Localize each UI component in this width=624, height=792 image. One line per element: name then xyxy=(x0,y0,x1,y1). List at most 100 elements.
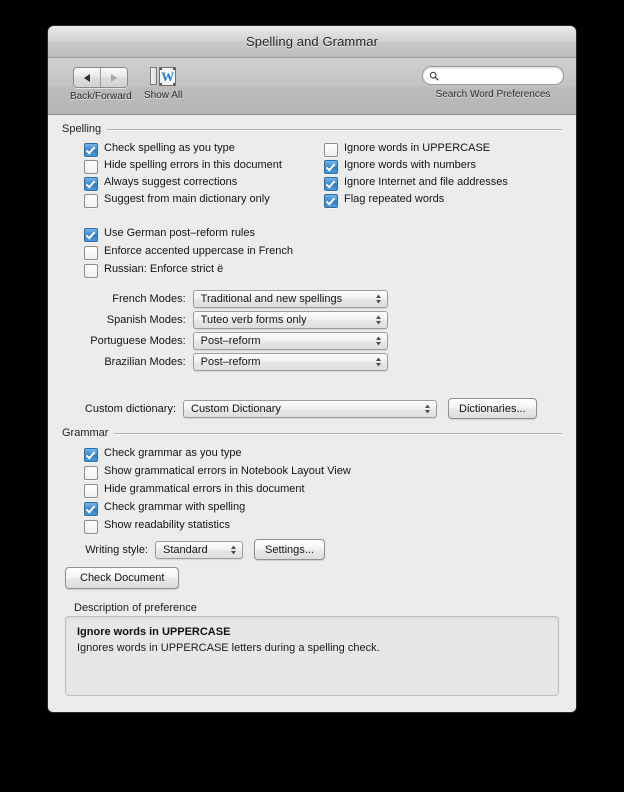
spelling-group-title: Spelling xyxy=(62,123,102,135)
description-title: Ignore words in UPPERCASE xyxy=(77,626,231,638)
forward-arrow-icon xyxy=(111,73,118,82)
checkbox-box[interactable] xyxy=(84,194,98,208)
back-forward-segmented[interactable] xyxy=(73,67,129,88)
checkbox-always-suggest-corrections[interactable]: Always suggest corrections xyxy=(84,176,237,191)
preferences-content: Spelling Check spelling as you type Hide… xyxy=(48,115,576,712)
checkbox-check-grammar-with-spelling[interactable]: Check grammar with spelling xyxy=(84,501,245,516)
chevron-updown-icon xyxy=(376,336,381,346)
show-all-word-icon: W xyxy=(150,65,177,87)
brazilian-modes-label: Brazilian Modes: xyxy=(104,356,186,368)
checkbox-ignore-internet-addresses[interactable]: Ignore Internet and file addresses xyxy=(324,176,508,191)
checkbox-box[interactable] xyxy=(324,143,338,157)
checkbox-box[interactable] xyxy=(84,520,98,534)
french-modes-popup[interactable]: Traditional and new spellings xyxy=(192,290,388,308)
checkbox-box[interactable] xyxy=(84,466,98,480)
checkbox-box[interactable] xyxy=(84,264,98,278)
checkbox-box[interactable] xyxy=(324,160,338,174)
search-icon xyxy=(429,71,439,81)
checkbox-label: Ignore words with numbers xyxy=(344,159,477,171)
checkbox-hide-grammatical-errors[interactable]: Hide grammatical errors in this document xyxy=(84,483,305,498)
custom-dictionary-popup[interactable]: Custom Dictionary xyxy=(183,399,437,418)
custom-dictionary-label: Custom dictionary: xyxy=(84,402,176,415)
checkbox-check-grammar-as-you-type[interactable]: Check grammar as you type xyxy=(84,447,242,462)
custom-dictionary-value: Custom Dictionary xyxy=(191,402,281,415)
checkbox-label: Check grammar with spelling xyxy=(104,501,246,513)
checkbox-hide-spelling-errors[interactable]: Hide spelling errors in this document xyxy=(84,159,282,174)
checkbox-french-accented-uppercase[interactable]: Enforce accented uppercase in French xyxy=(84,245,293,260)
checkbox-label: Show grammatical errors in Notebook Layo… xyxy=(104,465,351,477)
checkbox-label: Use German post–reform rules xyxy=(104,227,255,239)
brazilian-modes-row: Brazilian Modes: Post–reform xyxy=(78,353,388,371)
forward-button[interactable] xyxy=(100,68,128,87)
chevron-updown-icon xyxy=(376,294,381,304)
checkbox-russian-strict-yo[interactable]: Russian: Enforce strict ё xyxy=(84,263,223,278)
back-forward-control[interactable]: Back/Forward xyxy=(70,67,132,102)
spelling-group-header: Spelling xyxy=(62,123,562,135)
french-modes-label: French Modes: xyxy=(112,293,186,305)
checkbox-label: Ignore words in UPPERCASE xyxy=(344,142,491,154)
checkbox-label: Check spelling as you type xyxy=(104,142,235,154)
checkbox-label: Hide spelling errors in this document xyxy=(104,159,282,171)
chevron-updown-icon xyxy=(376,315,381,325)
spanish-modes-row: Spanish Modes: Tuteo verb forms only xyxy=(78,311,388,329)
checkbox-box[interactable] xyxy=(84,448,98,462)
checkbox-label: Show readability statistics xyxy=(104,519,230,531)
back-arrow-icon xyxy=(84,73,91,82)
checkbox-ignore-words-with-numbers[interactable]: Ignore words with numbers xyxy=(324,159,476,174)
search-input[interactable] xyxy=(442,70,557,81)
check-document-button[interactable]: Check Document xyxy=(65,567,180,589)
preferences-toolbar: Back/Forward W Show All Search Word Pref… xyxy=(48,58,576,115)
checkbox-box[interactable] xyxy=(324,194,338,208)
search-field[interactable] xyxy=(422,66,564,85)
spanish-modes-label: Spanish Modes: xyxy=(106,314,186,326)
word-logo-glyph: W xyxy=(161,68,175,84)
checkbox-suggest-from-main-dictionary[interactable]: Suggest from main dictionary only xyxy=(84,193,270,208)
checkbox-box[interactable] xyxy=(84,177,98,191)
description-body: Ignores words in UPPERCASE letters durin… xyxy=(77,642,380,654)
spanish-modes-popup[interactable]: Tuteo verb forms only xyxy=(192,311,388,329)
checkbox-ignore-words-uppercase[interactable]: Ignore words in UPPERCASE xyxy=(324,142,490,157)
show-all-strip xyxy=(150,67,158,85)
spanish-modes-value: Tuteo verb forms only xyxy=(200,314,307,326)
writing-style-label: Writing style: xyxy=(85,543,148,556)
writing-style-popup[interactable]: Standard xyxy=(155,540,243,559)
checkbox-box[interactable] xyxy=(84,502,98,516)
checkbox-flag-repeated-words[interactable]: Flag repeated words xyxy=(324,193,444,208)
show-all-button[interactable]: W Show All xyxy=(144,65,182,101)
grammar-group-rule xyxy=(114,432,562,434)
portuguese-modes-row: Portuguese Modes: Post–reform xyxy=(78,332,388,350)
back-button[interactable] xyxy=(74,68,101,87)
checkbox-show-readability-statistics[interactable]: Show readability statistics xyxy=(84,519,230,534)
portuguese-modes-value: Post–reform xyxy=(200,335,261,347)
checkbox-box[interactable] xyxy=(84,160,98,174)
checkbox-german-post-reform[interactable]: Use German post–reform rules xyxy=(84,227,255,242)
checkbox-box[interactable] xyxy=(84,228,98,242)
show-all-word-box: W xyxy=(159,66,177,86)
checkbox-label: Hide grammatical errors in this document xyxy=(104,483,305,495)
checkbox-check-spelling-as-you-type[interactable]: Check spelling as you type xyxy=(84,142,235,157)
writing-style-row: Writing style: Standard Settings... xyxy=(65,539,325,560)
grammar-group-header: Grammar xyxy=(62,427,562,439)
chevron-updown-icon xyxy=(376,357,381,367)
chevron-updown-icon xyxy=(231,545,236,554)
show-all-label: Show All xyxy=(144,90,183,101)
grammar-settings-button[interactable]: Settings... xyxy=(254,539,325,560)
portuguese-modes-popup[interactable]: Post–reform xyxy=(192,332,388,350)
checkbox-label: Check grammar as you type xyxy=(104,447,242,459)
checkbox-show-grammatical-errors-notebook[interactable]: Show grammatical errors in Notebook Layo… xyxy=(84,465,351,480)
portuguese-modes-label: Portuguese Modes: xyxy=(90,335,186,347)
brazilian-modes-popup[interactable]: Post–reform xyxy=(192,353,388,371)
window-title: Spelling and Grammar xyxy=(245,34,379,49)
checkbox-label: Ignore Internet and file addresses xyxy=(344,176,508,188)
search-area: Search Word Preferences xyxy=(422,66,564,100)
back-forward-label: Back/Forward xyxy=(70,91,132,102)
checkbox-box[interactable] xyxy=(84,484,98,498)
grammar-group-title: Grammar xyxy=(62,427,109,439)
french-modes-value: Traditional and new spellings xyxy=(200,293,343,305)
checkbox-box[interactable] xyxy=(84,246,98,260)
checkbox-box[interactable] xyxy=(324,177,338,191)
custom-dictionary-row: Custom dictionary: Custom Dictionary Dic… xyxy=(78,398,537,419)
dictionaries-button[interactable]: Dictionaries... xyxy=(448,398,537,419)
checkbox-label: Always suggest corrections xyxy=(104,176,238,188)
checkbox-box[interactable] xyxy=(84,143,98,157)
